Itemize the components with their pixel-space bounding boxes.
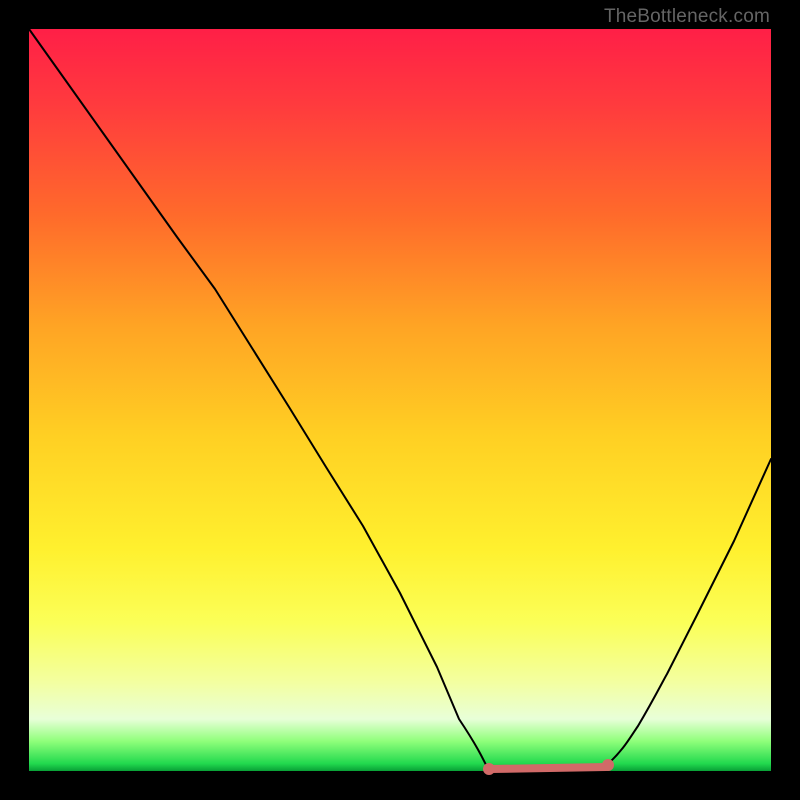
attribution-watermark: TheBottleneck.com <box>604 6 770 28</box>
trough-end-marker <box>602 759 614 771</box>
plot-area <box>29 29 771 771</box>
trough-start-marker <box>483 763 495 775</box>
curve-layer <box>29 29 771 771</box>
trough-highlight-line <box>491 767 606 769</box>
chart-container: TheBottleneck.com <box>0 0 800 800</box>
bottleneck-curve <box>29 29 771 771</box>
